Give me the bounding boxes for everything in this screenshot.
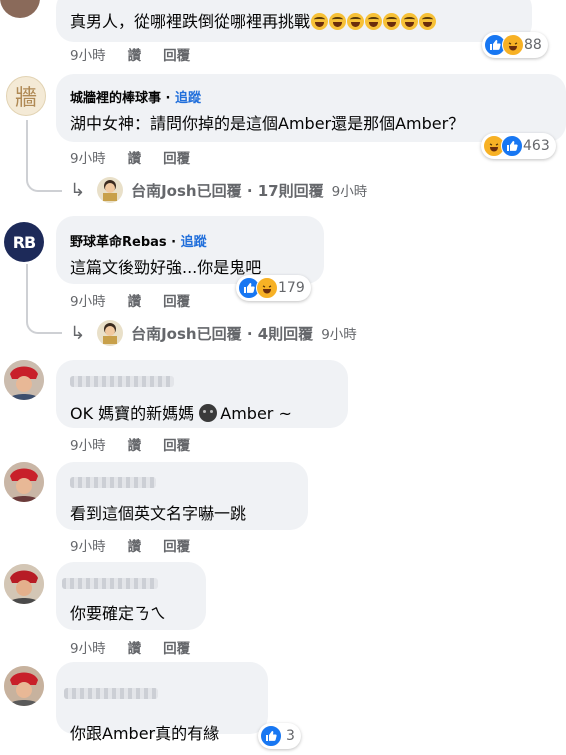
comment-1-reply-button[interactable]: 回覆 <box>163 48 190 64</box>
comment-2-time[interactable]: 9小時 <box>70 151 106 167</box>
comment-3-follow-link[interactable]: 追蹤 <box>181 235 207 250</box>
comment-2-thread-line <box>26 120 62 192</box>
comment-4-time[interactable]: 9小時 <box>70 438 106 454</box>
laughing-emoji-icon <box>310 12 437 31</box>
comment-2-avatar[interactable]: 牆 <box>6 76 46 116</box>
comment-4-like-button[interactable]: 讚 <box>128 438 142 454</box>
comment-5-author-redacted <box>70 477 156 488</box>
comment-2-reply-button[interactable]: 回覆 <box>163 151 190 167</box>
reply-summary-text[interactable]: 已回覆 · 17則回覆 <box>197 180 324 201</box>
comment-7-avatar[interactable] <box>4 666 44 706</box>
comment-1-time[interactable]: 9小時 <box>70 48 106 64</box>
comment-2-meta: 9小時 讚 回覆 <box>70 147 212 167</box>
comment-2-author[interactable]: 城牆裡的棒球事 · 追蹤 <box>70 87 201 106</box>
comment-2-follow-link[interactable]: 追蹤 <box>175 91 201 106</box>
comment-6-text: 你要確定ㄋㄟ <box>70 604 167 623</box>
laughing-emoji-icon <box>401 13 419 30</box>
comment-7-author-redacted <box>64 688 158 699</box>
comment-3-reaction-count: 179 <box>278 280 305 296</box>
laughing-emoji-icon <box>347 13 365 30</box>
comment-3-replies-link[interactable]: ↳ 台南Josh 已回覆 · 4則回覆 9小時 <box>70 320 357 346</box>
comment-3-time[interactable]: 9小時 <box>70 294 106 310</box>
comment-5-meta: 9小時 讚 回覆 <box>70 535 212 555</box>
comment-6-time[interactable]: 9小時 <box>70 641 106 657</box>
comment-6-like-button[interactable]: 讚 <box>128 641 142 657</box>
comment-1-like-button[interactable]: 讚 <box>128 48 142 64</box>
comment-3-thread-line <box>26 264 62 334</box>
comment-7-reactions[interactable]: 3 <box>258 723 301 749</box>
comment-3-text: 這篇文後勁好強...你是鬼吧 <box>70 258 262 277</box>
comment-5-reply-button[interactable]: 回覆 <box>163 539 190 555</box>
comment-7-reaction-count: 3 <box>286 728 295 744</box>
laughing-emoji-icon <box>311 13 329 30</box>
comment-5-time[interactable]: 9小時 <box>70 539 106 555</box>
comment-6-meta: 9小時 讚 回覆 <box>70 637 212 657</box>
laughing-emoji-icon <box>329 13 347 30</box>
comment-4-author-redacted <box>70 376 174 387</box>
reply-summary-time: 9小時 <box>331 184 368 200</box>
comment-2-reaction-count: 463 <box>523 138 550 154</box>
comment-6-reply-button[interactable]: 回覆 <box>163 641 190 657</box>
comment-2-reactions[interactable]: 463 <box>481 133 556 159</box>
reply-summary-time: 9小時 <box>321 327 357 343</box>
comment-5-text: 看到這個英文名字嚇一跳 <box>70 504 247 523</box>
laughing-emoji-icon <box>419 13 437 30</box>
comment-6-avatar[interactable] <box>4 564 44 604</box>
reply-author-name[interactable]: 台南Josh <box>131 323 197 344</box>
comment-3-like-button[interactable]: 讚 <box>128 294 142 310</box>
laughing-emoji-icon <box>365 13 383 30</box>
reply-summary-text[interactable]: 已回覆 · 4則回覆 <box>197 323 314 344</box>
comment-1-text: 真男人，從哪裡跌倒從哪裡再挑戰 <box>70 8 437 32</box>
haha-reaction-icon <box>502 34 524 56</box>
reply-arrow-icon: ↳ <box>70 179 86 201</box>
dark-emoji-icon <box>199 404 218 422</box>
comment-2-text: 湖中女神：請問你掉的是這個Amber還是那個Amber？ <box>70 114 465 133</box>
comment-2-like-button[interactable]: 讚 <box>128 151 142 167</box>
like-reaction-icon <box>501 135 523 157</box>
comment-4-meta: 9小時 讚 回覆 <box>70 434 212 454</box>
comment-2-replies-link[interactable]: ↳ 台南Josh 已回覆 · 17則回覆 9小時 <box>70 177 367 203</box>
reply-author-avatar <box>97 177 124 203</box>
comment-3-reactions[interactable]: 179 <box>236 275 311 301</box>
comment-1-meta: 9小時 讚 回覆 <box>70 44 212 64</box>
comment-3-reply-button[interactable]: 回覆 <box>163 294 190 310</box>
reply-arrow-icon: ↳ <box>70 322 86 344</box>
comment-3-meta: 9小時 讚 回覆 <box>70 290 212 310</box>
comment-1-reactions[interactable]: 88 <box>482 32 548 58</box>
comment-4-reply-button[interactable]: 回覆 <box>163 438 190 454</box>
comment-6-author-redacted <box>62 578 158 589</box>
like-reaction-icon <box>260 725 282 747</box>
comment-1-avatar[interactable] <box>0 0 40 18</box>
comment-3-author[interactable]: 野球革命Rebas · 追蹤 <box>70 231 207 250</box>
comment-3-avatar[interactable]: RB <box>4 222 44 262</box>
reply-author-name[interactable]: 台南Josh <box>131 180 197 201</box>
comment-7-text: 你跟Amber真的有緣 <box>70 724 220 743</box>
reply-author-avatar <box>97 320 124 346</box>
comment-5-like-button[interactable]: 讚 <box>128 539 142 555</box>
laughing-emoji-icon <box>383 13 401 30</box>
comment-4-avatar[interactable] <box>4 360 44 400</box>
comment-1-reaction-count: 88 <box>524 37 542 53</box>
haha-reaction-icon <box>256 277 278 299</box>
comment-5-avatar[interactable] <box>4 462 44 502</box>
comment-4-text: OK 媽寶的新媽媽 Amber ~ <box>70 404 292 423</box>
